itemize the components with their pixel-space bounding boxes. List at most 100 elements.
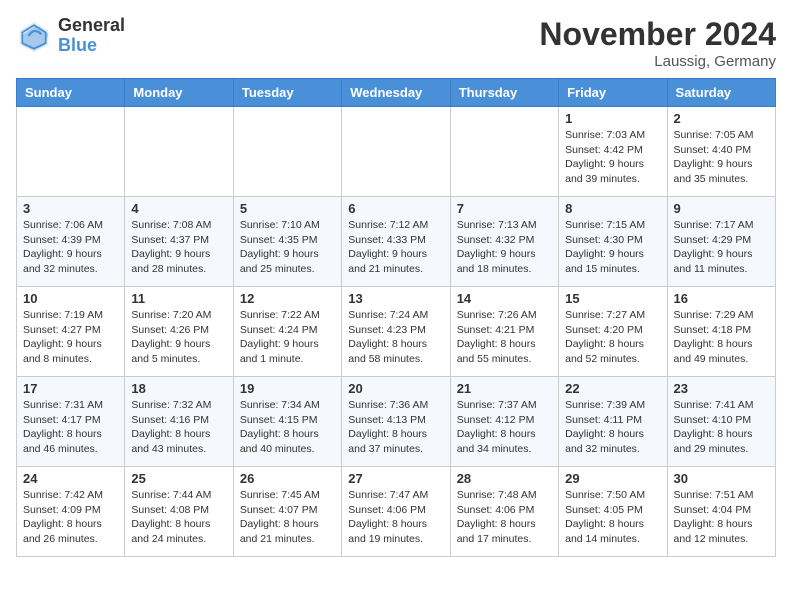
day-info: Sunrise: 7:06 AM Sunset: 4:39 PM Dayligh… — [23, 218, 118, 277]
day-number: 17 — [23, 381, 118, 396]
day-number: 7 — [457, 201, 552, 216]
day-info: Sunrise: 7:22 AM Sunset: 4:24 PM Dayligh… — [240, 308, 335, 367]
logo-general-text: General — [58, 16, 125, 36]
weekday-header-thursday: Thursday — [450, 79, 558, 107]
day-info: Sunrise: 7:05 AM Sunset: 4:40 PM Dayligh… — [674, 128, 769, 187]
day-number: 18 — [131, 381, 226, 396]
day-number: 20 — [348, 381, 443, 396]
day-number: 21 — [457, 381, 552, 396]
day-info: Sunrise: 7:31 AM Sunset: 4:17 PM Dayligh… — [23, 398, 118, 457]
logo-text: General Blue — [58, 16, 125, 56]
week-row-1: 3 Sunrise: 7:06 AM Sunset: 4:39 PM Daylig… — [17, 197, 776, 287]
day-number: 4 — [131, 201, 226, 216]
week-row-4: 24 Sunrise: 7:42 AM Sunset: 4:09 PM Dayli… — [17, 467, 776, 557]
calendar-cell — [342, 107, 450, 197]
day-info: Sunrise: 7:39 AM Sunset: 4:11 PM Dayligh… — [565, 398, 660, 457]
day-info: Sunrise: 7:26 AM Sunset: 4:21 PM Dayligh… — [457, 308, 552, 367]
calendar-cell: 18 Sunrise: 7:32 AM Sunset: 4:16 PM Dayli… — [125, 377, 233, 467]
weekday-header-wednesday: Wednesday — [342, 79, 450, 107]
day-info: Sunrise: 7:17 AM Sunset: 4:29 PM Dayligh… — [674, 218, 769, 277]
calendar-cell: 27 Sunrise: 7:47 AM Sunset: 4:06 PM Dayli… — [342, 467, 450, 557]
day-number: 28 — [457, 471, 552, 486]
calendar-cell: 25 Sunrise: 7:44 AM Sunset: 4:08 PM Dayli… — [125, 467, 233, 557]
day-info: Sunrise: 7:36 AM Sunset: 4:13 PM Dayligh… — [348, 398, 443, 457]
day-number: 1 — [565, 111, 660, 126]
calendar-cell: 23 Sunrise: 7:41 AM Sunset: 4:10 PM Dayli… — [667, 377, 775, 467]
day-info: Sunrise: 7:37 AM Sunset: 4:12 PM Dayligh… — [457, 398, 552, 457]
day-number: 29 — [565, 471, 660, 486]
logo-blue-text: Blue — [58, 36, 125, 56]
day-info: Sunrise: 7:27 AM Sunset: 4:20 PM Dayligh… — [565, 308, 660, 367]
day-number: 5 — [240, 201, 335, 216]
day-number: 6 — [348, 201, 443, 216]
calendar-cell: 1Sunrise: 7:03 AM Sunset: 4:42 PM Daylig… — [559, 107, 667, 197]
calendar-cell: 7 Sunrise: 7:13 AM Sunset: 4:32 PM Daylig… — [450, 197, 558, 287]
day-number: 2 — [674, 111, 769, 126]
calendar-cell: 6 Sunrise: 7:12 AM Sunset: 4:33 PM Daylig… — [342, 197, 450, 287]
day-info: Sunrise: 7:29 AM Sunset: 4:18 PM Dayligh… — [674, 308, 769, 367]
calendar-cell: 11Sunrise: 7:20 AM Sunset: 4:26 PM Dayli… — [125, 287, 233, 377]
week-row-0: 1Sunrise: 7:03 AM Sunset: 4:42 PM Daylig… — [17, 107, 776, 197]
week-row-2: 10Sunrise: 7:19 AM Sunset: 4:27 PM Dayli… — [17, 287, 776, 377]
calendar-cell: 13 Sunrise: 7:24 AM Sunset: 4:23 PM Dayli… — [342, 287, 450, 377]
title-area: November 2024 Laussig, Germany — [539, 16, 776, 70]
day-info: Sunrise: 7:13 AM Sunset: 4:32 PM Dayligh… — [457, 218, 552, 277]
calendar-cell: 10Sunrise: 7:19 AM Sunset: 4:27 PM Dayli… — [17, 287, 125, 377]
calendar-cell: 21 Sunrise: 7:37 AM Sunset: 4:12 PM Dayli… — [450, 377, 558, 467]
day-number: 19 — [240, 381, 335, 396]
day-number: 9 — [674, 201, 769, 216]
calendar-cell: 12 Sunrise: 7:22 AM Sunset: 4:24 PM Dayli… — [233, 287, 341, 377]
day-info: Sunrise: 7:42 AM Sunset: 4:09 PM Dayligh… — [23, 488, 118, 547]
weekday-header-row: SundayMondayTuesdayWednesdayThursdayFrid… — [17, 79, 776, 107]
weekday-header-friday: Friday — [559, 79, 667, 107]
day-info: Sunrise: 7:24 AM Sunset: 4:23 PM Dayligh… — [348, 308, 443, 367]
day-number: 10 — [23, 291, 118, 306]
day-info: Sunrise: 7:51 AM Sunset: 4:04 PM Dayligh… — [674, 488, 769, 547]
weekday-header-monday: Monday — [125, 79, 233, 107]
calendar-cell: 14 Sunrise: 7:26 AM Sunset: 4:21 PM Dayli… — [450, 287, 558, 377]
calendar-cell: 15 Sunrise: 7:27 AM Sunset: 4:20 PM Dayli… — [559, 287, 667, 377]
week-row-3: 17 Sunrise: 7:31 AM Sunset: 4:17 PM Dayli… — [17, 377, 776, 467]
day-info: Sunrise: 7:34 AM Sunset: 4:15 PM Dayligh… — [240, 398, 335, 457]
calendar-cell: 20 Sunrise: 7:36 AM Sunset: 4:13 PM Dayli… — [342, 377, 450, 467]
weekday-header-tuesday: Tuesday — [233, 79, 341, 107]
day-number: 24 — [23, 471, 118, 486]
weekday-header-sunday: Sunday — [17, 79, 125, 107]
calendar-cell: 3 Sunrise: 7:06 AM Sunset: 4:39 PM Daylig… — [17, 197, 125, 287]
calendar-cell: 29Sunrise: 7:50 AM Sunset: 4:05 PM Dayli… — [559, 467, 667, 557]
day-number: 15 — [565, 291, 660, 306]
day-number: 8 — [565, 201, 660, 216]
calendar-cell — [450, 107, 558, 197]
location: Laussig, Germany — [539, 53, 776, 70]
logo-icon — [16, 18, 52, 54]
weekday-header-saturday: Saturday — [667, 79, 775, 107]
day-info: Sunrise: 7:41 AM Sunset: 4:10 PM Dayligh… — [674, 398, 769, 457]
day-info: Sunrise: 7:12 AM Sunset: 4:33 PM Dayligh… — [348, 218, 443, 277]
calendar-cell: 9 Sunrise: 7:17 AM Sunset: 4:29 PM Daylig… — [667, 197, 775, 287]
month-title: November 2024 — [539, 16, 776, 53]
day-number: 27 — [348, 471, 443, 486]
header: General Blue November 2024 Laussig, Germ… — [16, 16, 776, 70]
calendar-cell: 24 Sunrise: 7:42 AM Sunset: 4:09 PM Dayli… — [17, 467, 125, 557]
day-number: 22 — [565, 381, 660, 396]
calendar-cell: 26Sunrise: 7:45 AM Sunset: 4:07 PM Dayli… — [233, 467, 341, 557]
calendar-cell: 19 Sunrise: 7:34 AM Sunset: 4:15 PM Dayli… — [233, 377, 341, 467]
day-info: Sunrise: 7:44 AM Sunset: 4:08 PM Dayligh… — [131, 488, 226, 547]
day-number: 14 — [457, 291, 552, 306]
day-number: 23 — [674, 381, 769, 396]
day-number: 26 — [240, 471, 335, 486]
day-info: Sunrise: 7:08 AM Sunset: 4:37 PM Dayligh… — [131, 218, 226, 277]
day-info: Sunrise: 7:47 AM Sunset: 4:06 PM Dayligh… — [348, 488, 443, 547]
day-number: 25 — [131, 471, 226, 486]
calendar-cell — [125, 107, 233, 197]
day-number: 3 — [23, 201, 118, 216]
calendar-cell: 28Sunrise: 7:48 AM Sunset: 4:06 PM Dayli… — [450, 467, 558, 557]
day-info: Sunrise: 7:10 AM Sunset: 4:35 PM Dayligh… — [240, 218, 335, 277]
day-info: Sunrise: 7:32 AM Sunset: 4:16 PM Dayligh… — [131, 398, 226, 457]
calendar-cell: 16Sunrise: 7:29 AM Sunset: 4:18 PM Dayli… — [667, 287, 775, 377]
day-info: Sunrise: 7:20 AM Sunset: 4:26 PM Dayligh… — [131, 308, 226, 367]
day-number: 13 — [348, 291, 443, 306]
day-number: 12 — [240, 291, 335, 306]
calendar-cell: 8Sunrise: 7:15 AM Sunset: 4:30 PM Daylig… — [559, 197, 667, 287]
calendar-cell: 5 Sunrise: 7:10 AM Sunset: 4:35 PM Daylig… — [233, 197, 341, 287]
